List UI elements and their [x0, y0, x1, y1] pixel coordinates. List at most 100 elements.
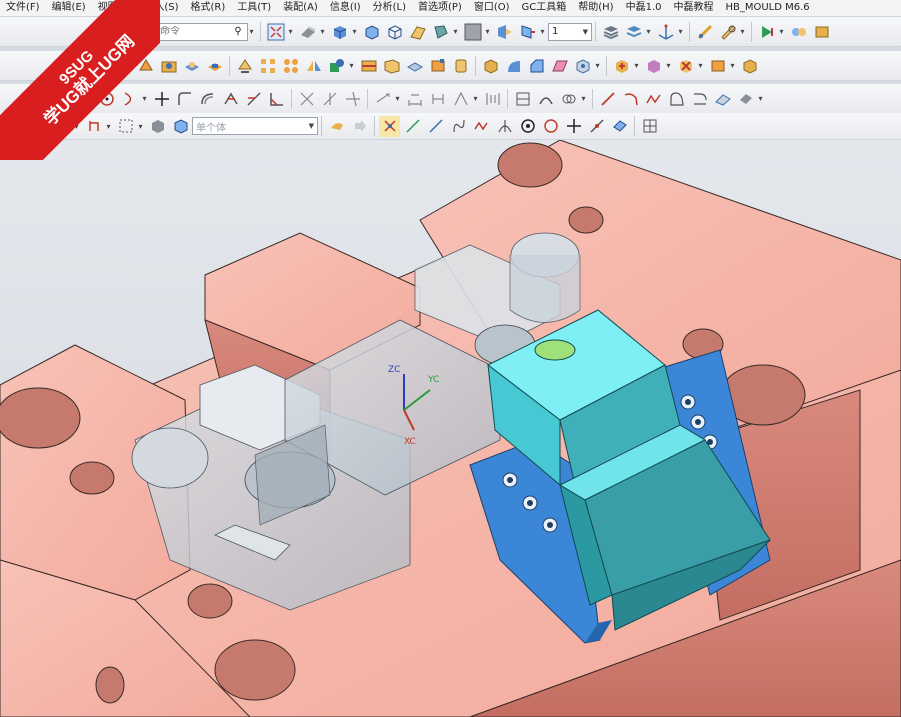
snap-intersection-icon[interactable] [448, 116, 469, 137]
layer-settings-icon[interactable] [600, 21, 621, 42]
offset-face-icon[interactable] [404, 55, 425, 76]
sync-modeling-icon[interactable] [611, 55, 632, 76]
chevron-down-icon[interactable]: ▾ [645, 27, 652, 36]
arc-3pt-icon[interactable] [620, 88, 641, 109]
circle-icon[interactable] [96, 88, 117, 109]
snap-icon[interactable] [694, 21, 715, 42]
search-icon[interactable]: ⚲ [231, 26, 245, 37]
pad-icon[interactable] [234, 55, 255, 76]
select-face-icon[interactable] [170, 116, 191, 137]
extend-curve-icon[interactable] [243, 88, 264, 109]
chevron-down-icon[interactable]: ▾ [452, 27, 459, 36]
command-search-input[interactable] [137, 26, 231, 37]
chevron-down-icon[interactable]: ▾ [539, 27, 546, 36]
undo-icon[interactable] [83, 116, 104, 137]
helix-icon[interactable] [735, 88, 756, 109]
point-icon[interactable] [151, 88, 172, 109]
component-icon[interactable] [811, 21, 832, 42]
chevron-down-icon[interactable]: ▾ [757, 94, 764, 103]
menu-analysis[interactable]: 分析(L) [367, 0, 412, 16]
extrude-icon[interactable] [112, 55, 133, 76]
chevron-down-icon[interactable]: ▾ [394, 94, 401, 103]
chevron-down-icon[interactable]: ▾ [484, 27, 491, 36]
graphics-viewport[interactable]: ZC YC XC [0, 140, 901, 717]
split-body-icon[interactable] [381, 55, 402, 76]
snap-midpoint-icon[interactable] [402, 116, 423, 137]
tangent-icon[interactable] [342, 88, 363, 109]
snap-center-icon[interactable] [517, 116, 538, 137]
fillet-curve-icon[interactable] [174, 88, 195, 109]
chevron-down-icon[interactable]: ▾ [287, 27, 294, 36]
boolean-icon[interactable] [326, 55, 347, 76]
offset-curve-icon[interactable] [197, 88, 218, 109]
snap-control-icon[interactable] [425, 116, 446, 137]
boss-icon[interactable] [181, 55, 202, 76]
menu-window[interactable]: 窗口(O) [468, 0, 516, 16]
move-face-icon[interactable] [643, 55, 664, 76]
chevron-down-icon[interactable]: ▾ [633, 61, 640, 70]
selection-menu-icon[interactable] [51, 116, 72, 137]
menu-zhonglei-tutorial[interactable]: 中磊教程 [667, 0, 719, 16]
chevron-down-icon[interactable]: ▾ [729, 61, 736, 70]
chamfer-icon[interactable] [526, 55, 547, 76]
menu-format[interactable]: 格式(R) [185, 0, 232, 16]
section-view-icon[interactable] [494, 21, 515, 42]
box-icon[interactable] [480, 55, 501, 76]
shaded-edges-icon[interactable] [361, 21, 382, 42]
wireframe-icon[interactable] [384, 21, 405, 42]
chevron-down-icon[interactable]: ▾ [739, 27, 746, 36]
trim-body-icon[interactable] [358, 55, 379, 76]
menu-assembly[interactable]: 装配(A) [277, 0, 324, 16]
angular-dim-icon[interactable] [450, 88, 471, 109]
command-search[interactable]: ⚲ [136, 22, 248, 41]
chevron-down-icon[interactable]: ▾ [351, 27, 358, 36]
project-curve-icon[interactable] [535, 88, 556, 109]
menu-edit[interactable]: 编辑(E) [46, 0, 92, 16]
chevron-down-icon[interactable]: ▾ [248, 27, 255, 36]
chevron-down-icon[interactable]: ▾ [580, 94, 587, 103]
grid-icon[interactable] [639, 116, 660, 137]
menu-view[interactable]: 视图(V) [92, 0, 139, 16]
line-icon[interactable] [597, 88, 618, 109]
selection-filter-select[interactable]: 单个体 ▼ [192, 117, 318, 135]
pattern-icon[interactable] [257, 55, 278, 76]
play-icon[interactable] [756, 21, 777, 42]
resize-face-icon[interactable] [707, 55, 728, 76]
wcs-icon[interactable] [655, 21, 676, 42]
pull-face-icon[interactable] [739, 55, 760, 76]
menu-tools[interactable]: 工具(T) [231, 0, 277, 16]
chevron-down-icon[interactable]: ▾ [141, 94, 148, 103]
menu-file[interactable]: 文件(F) [0, 0, 46, 16]
chevron-down-icon[interactable]: ▾ [697, 61, 704, 70]
shaded-view-icon[interactable] [329, 21, 350, 42]
select-body-icon[interactable] [147, 116, 168, 137]
face-analysis-icon[interactable] [407, 21, 428, 42]
linear-dim-icon[interactable] [404, 88, 425, 109]
clip-section-icon[interactable] [517, 21, 538, 42]
text-curve-icon[interactable] [712, 88, 733, 109]
fit-view-icon[interactable] [265, 21, 286, 42]
shell-icon[interactable] [572, 55, 593, 76]
chevron-down-icon[interactable]: ▾ [778, 27, 785, 36]
menu-gc-toolbox[interactable]: GC工具箱 [516, 0, 573, 16]
radial-dim-icon[interactable] [427, 88, 448, 109]
corner-icon[interactable] [266, 88, 287, 109]
perpendicular-icon[interactable] [319, 88, 340, 109]
chevron-down-icon[interactable]: ▾ [73, 122, 80, 131]
tube-icon[interactable] [450, 55, 471, 76]
chevron-down-icon[interactable]: ▾ [665, 61, 672, 70]
array-icon[interactable] [280, 55, 301, 76]
chevron-down-icon[interactable]: ▾ [677, 27, 684, 36]
bridge-curve-icon[interactable] [666, 88, 687, 109]
menu-info[interactable]: 信息(I) [324, 0, 367, 16]
intersection-curve-icon[interactable] [558, 88, 579, 109]
composite-curve-icon[interactable] [689, 88, 710, 109]
snap-endpoint-icon[interactable] [379, 115, 400, 137]
sketch-icon[interactable] [512, 88, 533, 109]
chevron-down-icon[interactable]: ▾ [594, 61, 601, 70]
revolve-icon[interactable] [135, 55, 156, 76]
dimension-icon[interactable] [372, 88, 393, 109]
snap-tangent-icon[interactable] [494, 116, 515, 137]
snap-arc-center-icon[interactable] [471, 116, 492, 137]
filter-icon[interactable] [326, 116, 347, 137]
